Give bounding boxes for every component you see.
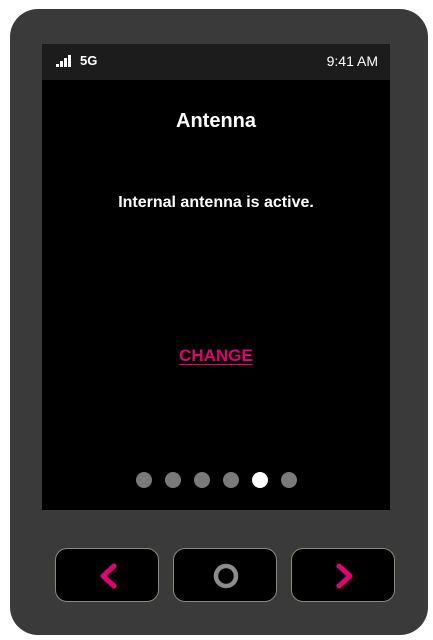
status-message: Internal antenna is active. bbox=[118, 194, 314, 211]
page-dot-active bbox=[251, 472, 268, 488]
status-bar: 5G 9:41 AM bbox=[42, 44, 390, 80]
circle-icon bbox=[213, 563, 239, 589]
page-indicator bbox=[42, 472, 390, 488]
network-type: 5G bbox=[80, 53, 98, 68]
page-dot bbox=[222, 472, 239, 488]
next-button[interactable] bbox=[291, 548, 395, 602]
back-button[interactable] bbox=[55, 548, 159, 602]
home-button[interactable] bbox=[173, 548, 277, 602]
device-screen: 5G 9:41 AM Antenna Internal antenna is a… bbox=[42, 44, 390, 510]
chevron-right-icon bbox=[336, 563, 353, 589]
page-title: Antenna bbox=[176, 110, 256, 132]
change-link[interactable]: CHANGE bbox=[171, 346, 261, 366]
status-time: 9:41 AM bbox=[326, 53, 378, 69]
page-dot bbox=[164, 472, 181, 488]
signal-bars-icon bbox=[56, 55, 74, 67]
page-dot bbox=[280, 472, 297, 488]
page-dot bbox=[193, 472, 210, 488]
page-dot bbox=[135, 472, 152, 488]
chevron-left-icon bbox=[100, 563, 117, 589]
